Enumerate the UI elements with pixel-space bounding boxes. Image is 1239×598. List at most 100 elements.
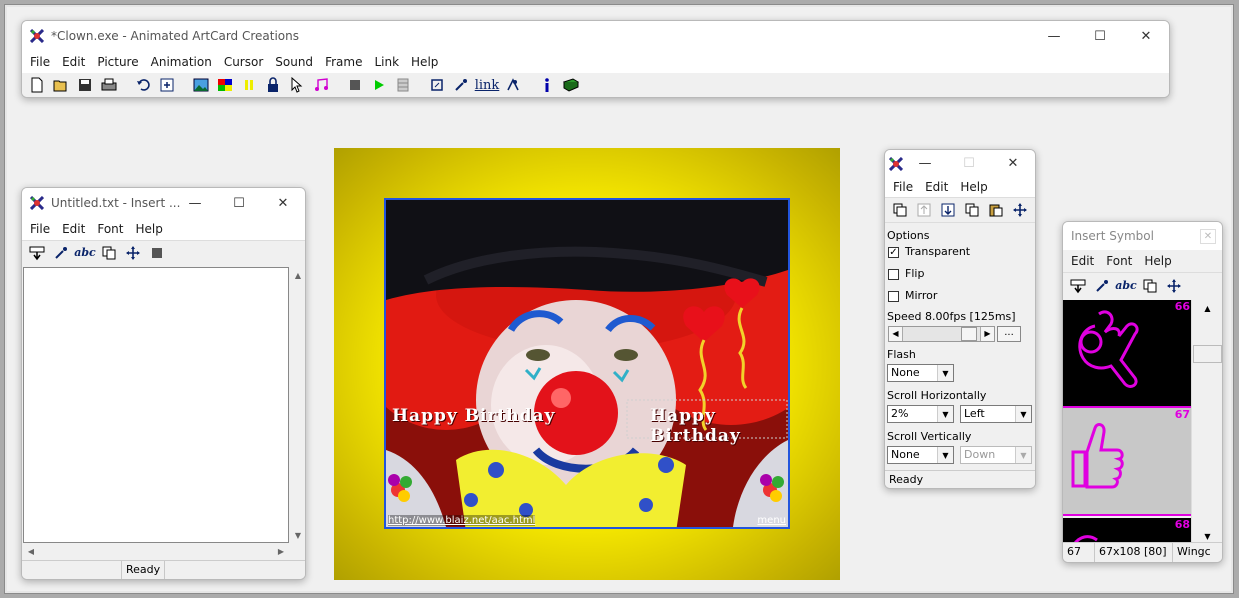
menu-file[interactable]: File [24,55,56,69]
paste-icon[interactable] [985,200,1007,220]
open-icon[interactable] [50,75,72,95]
info-icon[interactable] [536,75,558,95]
text-titlebar[interactable]: Untitled.txt - Insert ... — ☐ ✕ [22,188,305,218]
menu-cursor[interactable]: Cursor [218,55,269,69]
card-url[interactable]: http://www.blaiz.net/aac.html [388,515,536,526]
symbol-cell-selected[interactable]: 67 [1063,408,1191,516]
text-editor[interactable] [23,267,289,543]
slider-left-arrow[interactable]: ◀ [889,327,903,341]
crop-icon[interactable] [426,75,448,95]
copy-icon[interactable] [1139,276,1161,296]
menu-edit[interactable]: Edit [56,55,91,69]
music-icon[interactable] [310,75,332,95]
scroll-right-arrow[interactable]: ▶ [273,543,289,559]
stop-icon[interactable] [344,75,366,95]
scroll-up-arrow[interactable]: ▲ [290,267,305,283]
print-icon[interactable] [98,75,120,95]
stop-icon[interactable] [146,243,168,263]
frames-icon[interactable] [392,75,414,95]
lock-icon[interactable] [262,75,284,95]
cursor-icon[interactable] [286,75,308,95]
menu-link[interactable]: Link [368,55,405,69]
copy-icon[interactable] [98,243,120,263]
text-hscrollbar[interactable]: ◀ ▶ [23,543,289,559]
move-icon[interactable] [1009,200,1031,220]
slider-right-arrow[interactable]: ▶ [980,327,994,341]
play-icon[interactable] [368,75,390,95]
copy-icon[interactable] [961,200,983,220]
menu-sound[interactable]: Sound [269,55,319,69]
menu-edit[interactable]: Edit [1065,254,1100,268]
menu-file[interactable]: File [24,222,56,236]
card-photo[interactable]: Happy Birthday Happy Birthday http://www… [384,198,790,529]
scroll-up-arrow[interactable]: ▲ [1192,300,1222,316]
slider-thumb[interactable] [961,327,977,341]
flash-select[interactable]: None ▼ [887,364,954,382]
close-button[interactable]: ✕ [261,188,305,218]
scroll-thumb[interactable] [1193,345,1222,363]
speed-slider[interactable]: ◀ ▶ [888,326,995,342]
eyedropper-icon[interactable] [1091,276,1113,296]
menu-file[interactable]: File [887,180,919,194]
scroll-v-select[interactable]: None ▼ [887,446,954,464]
scroll-down-arrow[interactable]: ▼ [290,527,305,543]
move-icon[interactable] [122,243,144,263]
maximize-button[interactable]: ☐ [217,188,261,218]
insert-icon[interactable] [26,243,48,263]
options-titlebar[interactable]: — ☐ ✕ [885,150,1035,177]
symbol-cell[interactable]: 68 [1063,518,1191,544]
close-button[interactable]: ✕ [991,150,1035,177]
speed-button[interactable]: ... [997,326,1021,342]
menu-animation[interactable]: Animation [145,55,218,69]
minimize-button[interactable]: — [903,150,947,177]
symbol-titlebar[interactable]: Insert Symbol ✕ [1063,222,1222,250]
eyedropper-icon[interactable] [50,243,72,263]
spelling-icon[interactable]: abc [1115,276,1137,296]
link-button[interactable]: link [474,75,500,95]
undo-icon[interactable] [132,75,154,95]
add-frame-icon[interactable] [156,75,178,95]
card-canvas[interactable]: Happy Birthday Happy Birthday http://www… [334,148,840,580]
new-icon[interactable] [26,75,48,95]
move-down-icon[interactable] [937,200,959,220]
palette-icon[interactable] [214,75,236,95]
greeting-right[interactable]: Happy Birthday [650,406,788,446]
minimize-button[interactable]: — [173,188,217,218]
symbol-vscrollbar[interactable]: ▲ ▼ [1191,300,1222,544]
menu-help[interactable]: Help [129,222,168,236]
symbol-grid[interactable]: 66 67 68 [1063,300,1191,544]
tool-icon[interactable] [502,75,524,95]
menu-edit[interactable]: Edit [919,180,954,194]
move-up-icon[interactable] [913,200,935,220]
eyedropper-icon[interactable] [450,75,472,95]
insert-icon[interactable] [1067,276,1089,296]
spelling-icon[interactable]: abc [74,243,96,263]
menu-help[interactable]: Help [954,180,993,194]
transparent-checkbox[interactable]: ✓ [888,247,899,258]
close-button[interactable]: ✕ [1123,21,1169,51]
menu-help[interactable]: Help [1138,254,1177,268]
scroll-h-direction-select[interactable]: Left ▼ [960,405,1032,423]
maximize-button[interactable]: ☐ [1077,21,1123,51]
symbol-cell[interactable]: 66 [1063,300,1191,408]
menu-edit[interactable]: Edit [56,222,91,236]
save-icon[interactable] [74,75,96,95]
menu-frame[interactable]: Frame [319,55,368,69]
menu-font[interactable]: Font [91,222,129,236]
greeting-left[interactable]: Happy Birthday [392,406,555,426]
scroll-h-select[interactable]: 2% ▼ [887,405,954,423]
main-titlebar[interactable]: *Clown.exe - Animated ArtCard Creations … [22,21,1169,51]
minimize-button[interactable]: — [1031,21,1077,51]
pause-icon[interactable] [238,75,260,95]
menu-font[interactable]: Font [1100,254,1138,268]
menu-picture[interactable]: Picture [91,55,144,69]
close-button[interactable]: ✕ [1200,229,1216,244]
card-menu-link[interactable]: menu [757,515,786,526]
book-icon[interactable] [560,75,582,95]
move-icon[interactable] [1163,276,1185,296]
text-vscrollbar[interactable]: ▲ ▼ [290,267,305,543]
flip-checkbox[interactable] [888,269,899,280]
mirror-checkbox[interactable] [888,291,899,302]
frame-icon[interactable] [889,200,911,220]
menu-help[interactable]: Help [405,55,444,69]
